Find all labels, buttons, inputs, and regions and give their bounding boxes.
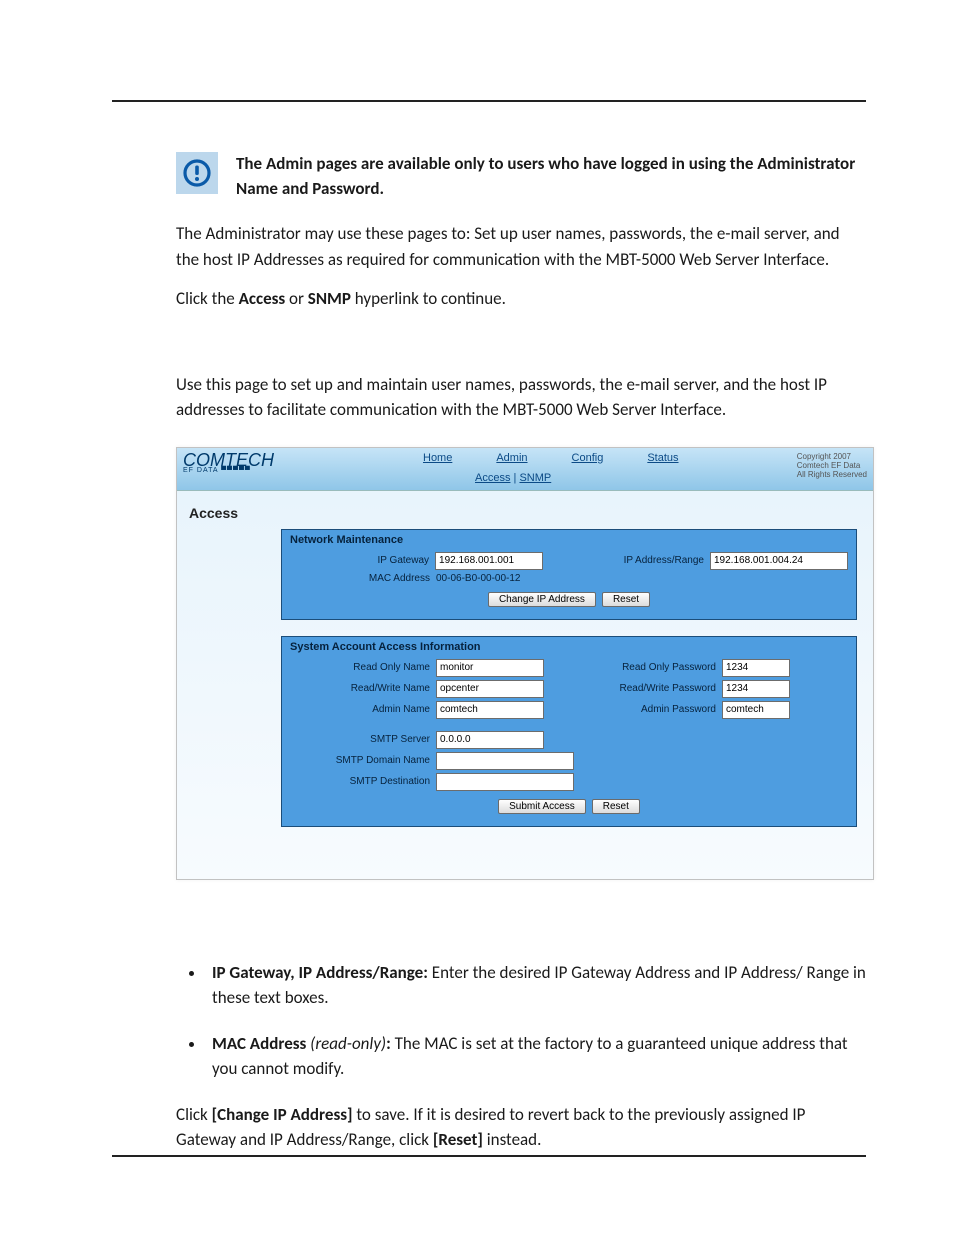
admin-pw-input[interactable] <box>722 701 790 719</box>
para-2-b1: Access <box>239 288 286 309</box>
bottom-divider <box>112 1155 866 1157</box>
ip-addr-input[interactable] <box>710 552 848 570</box>
bullet-2-ital: (read-only) <box>310 1033 386 1054</box>
ro-name-input[interactable] <box>436 659 544 677</box>
admin-note: The Admin pages are available only to us… <box>176 152 866 201</box>
smtp-server-input[interactable] <box>436 731 544 749</box>
mac-label: MAC Address <box>290 573 436 584</box>
copy-line-3: All Rights Reserved <box>797 470 867 479</box>
para-2-post: hyperlink to continue. <box>351 288 506 309</box>
admin-name-label: Admin Name <box>290 704 436 715</box>
mac-value: 00-06-B0-00-00-12 <box>436 573 521 584</box>
para-4-b1: [Change IP Address] <box>212 1104 353 1125</box>
panel2-head: System Account Access Information <box>290 641 848 653</box>
bullet-2-bold: MAC Address <box>212 1033 310 1054</box>
ss-body: Access Network Maintenance IP Gateway IP… <box>177 491 873 879</box>
para-2-pre: Click the <box>176 288 239 309</box>
rw-name-label: Read/Write Name <box>290 683 436 694</box>
ss-header: COMTECH EF DATA ▀▀▀▀▀ Home Admin Config … <box>177 448 873 491</box>
top-divider <box>112 100 866 102</box>
main-tabs: Home Admin Config Status <box>423 448 679 464</box>
admin-pw-label: Admin Password <box>544 704 722 715</box>
comtech-logo: COMTECH EF DATA ▀▀▀▀▀ <box>177 448 313 474</box>
para-4-pre: Click <box>176 1104 212 1125</box>
ip-gateway-label: IP Gateway <box>290 555 435 566</box>
para-2-b2: SNMP <box>308 288 351 309</box>
para-4-post: instead. <box>483 1129 541 1150</box>
tab-home[interactable]: Home <box>423 452 452 464</box>
ro-name-label: Read Only Name <box>290 662 436 673</box>
copy-line-1: Copyright 2007 <box>797 452 867 461</box>
network-maintenance-panel: Network Maintenance IP Gateway IP Addres… <box>281 529 857 620</box>
reset-access-button[interactable]: Reset <box>592 799 640 814</box>
para-3: Use this page to set up and maintain use… <box>176 372 866 423</box>
para-4-b2: [Reset] <box>433 1129 483 1150</box>
ro-pw-label: Read Only Password <box>544 662 722 673</box>
rw-name-input[interactable] <box>436 680 544 698</box>
important-icon <box>176 152 218 194</box>
bullet-list: IP Gateway, IP Address/Range: Enter the … <box>176 960 866 1082</box>
smtp-dest-label: SMTP Destination <box>290 776 436 787</box>
rw-pw-label: Read/Write Password <box>544 683 722 694</box>
sub-tabs: Access | SNMP <box>475 472 551 484</box>
bullet-1: IP Gateway, IP Address/Range: Enter the … <box>206 960 866 1011</box>
logo-sub: EF DATA ▀▀▀▀▀ <box>183 468 313 474</box>
rw-pw-input[interactable] <box>722 680 790 698</box>
copyright: Copyright 2007 Comtech EF Data All Right… <box>797 452 867 480</box>
subtab-snmp[interactable]: SNMP <box>519 472 551 484</box>
para-2: Click the Access or SNMP hyperlink to co… <box>176 286 866 312</box>
panel1-head: Network Maintenance <box>290 534 848 546</box>
admin-note-text: The Admin pages are available only to us… <box>236 152 866 201</box>
smtp-domain-input[interactable] <box>436 752 574 770</box>
subtab-access[interactable]: Access <box>475 472 510 484</box>
ip-gateway-input[interactable] <box>435 552 543 570</box>
admin-name-input[interactable] <box>436 701 544 719</box>
ro-pw-input[interactable] <box>722 659 790 677</box>
admin-access-screenshot: COMTECH EF DATA ▀▀▀▀▀ Home Admin Config … <box>176 447 874 880</box>
bullet-1-bold: IP Gateway, IP Address/Range: <box>212 962 428 983</box>
smtp-domain-label: SMTP Domain Name <box>290 755 436 766</box>
change-ip-button[interactable]: Change IP Address <box>488 592 596 607</box>
tab-config[interactable]: Config <box>572 452 604 464</box>
para-4: Click [Change IP Address] to save. If it… <box>176 1102 866 1153</box>
ip-addr-label: IP Address/Range <box>543 555 710 566</box>
copy-line-2: Comtech EF Data <box>797 461 867 470</box>
para-2-mid: or <box>285 288 308 309</box>
page-title: Access <box>189 505 863 521</box>
tab-admin[interactable]: Admin <box>496 452 527 464</box>
reset-ip-button[interactable]: Reset <box>602 592 650 607</box>
system-account-panel: System Account Access Information Read O… <box>281 636 857 827</box>
smtp-dest-input[interactable] <box>436 773 574 791</box>
smtp-server-label: SMTP Server <box>290 734 436 745</box>
para-1: The Administrator may use these pages to… <box>176 221 866 272</box>
bullet-2: MAC Address (read-only): The MAC is set … <box>206 1031 866 1082</box>
tab-status[interactable]: Status <box>647 452 678 464</box>
submit-access-button[interactable]: Submit Access <box>498 799 586 814</box>
